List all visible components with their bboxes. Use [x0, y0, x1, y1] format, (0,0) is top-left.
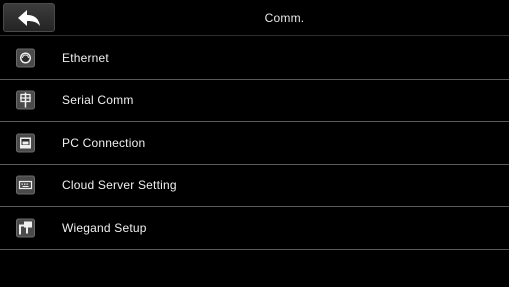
menu-item-label: Serial Comm — [62, 93, 134, 108]
cloud-server-icon — [16, 175, 35, 195]
menu-item-label: Wiegand Setup — [62, 220, 147, 235]
back-button[interactable] — [3, 3, 55, 32]
menu-item-cloud-server-setting[interactable]: Cloud Server Setting — [0, 165, 509, 207]
pc-connection-icon — [16, 133, 35, 153]
comm-menu: Ethernet Serial Comm PC Connection Cloud… — [0, 37, 509, 250]
menu-item-wiegand-setup[interactable]: Wiegand Setup — [0, 207, 509, 250]
title-bar: Comm. — [0, 0, 509, 36]
menu-item-label: Cloud Server Setting — [62, 178, 177, 193]
menu-item-serial-comm[interactable]: Serial Comm — [0, 80, 509, 122]
back-arrow-icon — [16, 8, 42, 28]
wiegand-icon — [16, 218, 35, 238]
ethernet-icon — [16, 48, 35, 68]
menu-item-pc-connection[interactable]: PC Connection — [0, 122, 509, 165]
comm-screen: Comm. Ethernet Serial Comm PC Connection… — [0, 0, 509, 287]
menu-item-label: PC Connection — [62, 135, 146, 150]
menu-item-label: Ethernet — [62, 50, 109, 65]
page-title: Comm. — [264, 11, 305, 25]
serial-comm-icon — [16, 90, 35, 110]
menu-item-ethernet[interactable]: Ethernet — [0, 37, 509, 80]
